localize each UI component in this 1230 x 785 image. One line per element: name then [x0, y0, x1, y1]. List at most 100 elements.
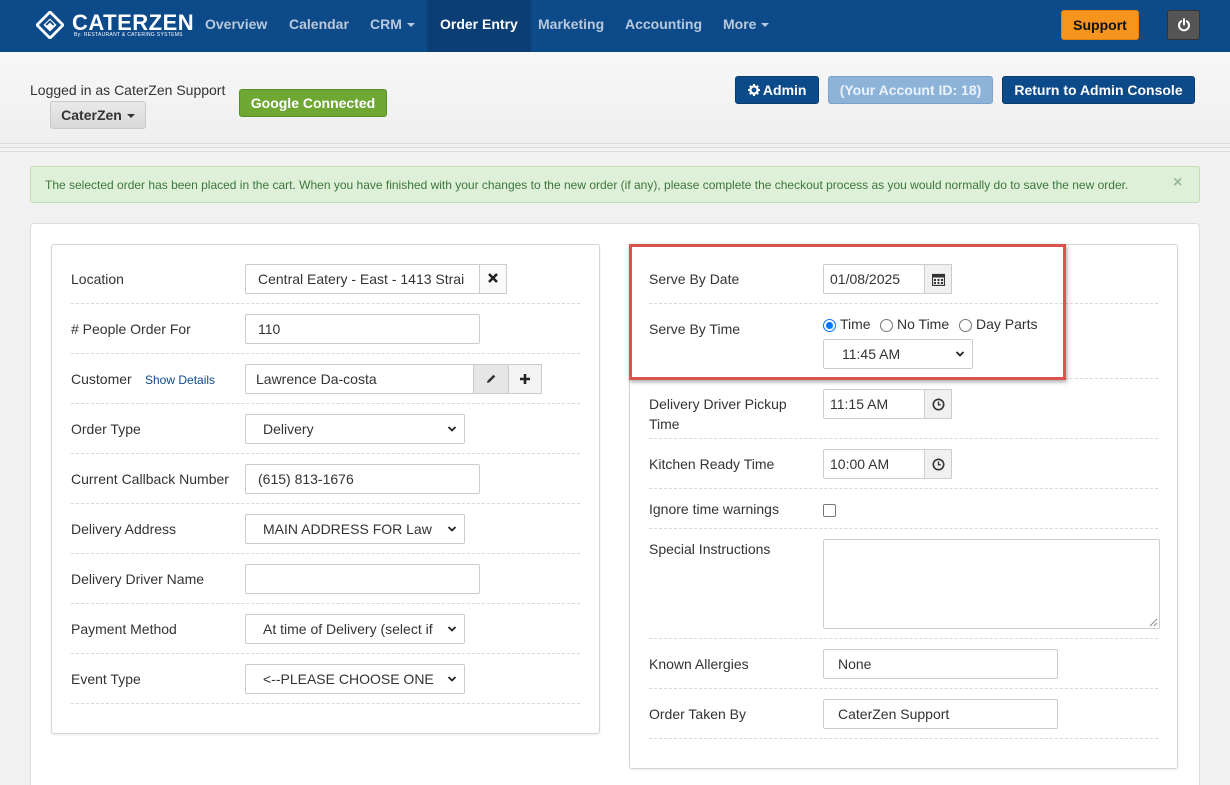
special-instructions-textarea[interactable]	[823, 539, 1160, 629]
callback-number-input[interactable]: (615) 813-1676	[245, 464, 480, 494]
nav-more[interactable]: More	[723, 0, 770, 52]
row-divider	[649, 638, 1158, 639]
ignore-warnings-checkbox[interactable]	[823, 504, 836, 517]
row-divider	[71, 453, 580, 454]
row-divider	[71, 403, 580, 404]
known-allergies-input[interactable]: None	[823, 649, 1058, 679]
clock-icon	[932, 458, 944, 471]
callback-number-label: Current Callback Number	[71, 471, 229, 487]
add-customer-button[interactable]	[508, 364, 542, 394]
chevron-down-icon	[447, 426, 457, 432]
row-divider	[71, 653, 580, 654]
people-count-label: # People Order For	[71, 321, 191, 337]
serve-time-value: 11:45 AM	[842, 346, 901, 362]
google-connected-button[interactable]: Google Connected	[239, 89, 387, 117]
row-divider	[71, 353, 580, 354]
serve-date-label: Serve By Date	[649, 271, 740, 287]
chevron-down-icon	[447, 626, 457, 632]
success-alert: The selected order has been placed in th…	[30, 166, 1200, 203]
close-icon[interactable]: ×	[1173, 174, 1182, 192]
location-input[interactable]: Central Eatery - East - 1413 Strai	[245, 264, 480, 294]
row-divider	[649, 738, 1158, 739]
nav-overview[interactable]: Overview	[205, 0, 267, 52]
clock-icon	[932, 398, 944, 411]
day-parts-radio[interactable]	[959, 319, 972, 332]
payment-method-select[interactable]: At time of Delivery (select if	[245, 614, 465, 644]
return-admin-console-button[interactable]: Return to Admin Console	[1002, 76, 1195, 104]
event-type-select[interactable]: <--PLEASE CHOOSE ONE	[245, 664, 465, 694]
chevron-down-icon	[447, 676, 457, 682]
pickup-time-input[interactable]: 11:15 AM	[823, 389, 925, 419]
serve-time-label: Serve By Time	[649, 321, 741, 337]
caterzen-logo[interactable]: CATERZEN By: RESTAURANT & CATERING SYSTE…	[34, 10, 194, 42]
payment-method-label: Payment Method	[71, 621, 177, 637]
nav-more-label: More	[723, 16, 757, 32]
row-divider	[649, 528, 1158, 529]
time-radio[interactable]	[823, 319, 836, 332]
header-divider	[0, 147, 1230, 152]
account-menu-label: CaterZen	[61, 107, 122, 123]
calendar-icon	[931, 273, 945, 287]
order-type-value: Delivery	[263, 421, 314, 437]
nav-calendar[interactable]: Calendar	[289, 0, 349, 52]
nav-marketing[interactable]: Marketing	[538, 0, 604, 52]
plus-icon	[520, 374, 530, 384]
power-icon	[1177, 18, 1190, 32]
day-parts-option-label: Day Parts	[976, 316, 1038, 332]
chevron-down-icon	[447, 526, 457, 532]
order-type-label: Order Type	[71, 421, 141, 437]
row-divider	[71, 603, 580, 604]
clear-location-button[interactable]	[479, 264, 507, 294]
delivery-address-select[interactable]: MAIN ADDRESS FOR Law	[245, 514, 465, 544]
row-divider	[649, 688, 1158, 689]
row-divider	[71, 703, 580, 704]
support-button[interactable]: Support	[1061, 10, 1139, 40]
row-divider	[649, 303, 1158, 304]
nav-accounting[interactable]: Accounting	[625, 0, 702, 52]
time-option-label: Time	[840, 316, 871, 332]
logout-button[interactable]	[1167, 10, 1200, 40]
chevron-down-icon	[955, 351, 965, 357]
row-divider	[649, 488, 1158, 489]
pickup-clock-button[interactable]	[924, 389, 952, 419]
delivery-address-label: Delivery Address	[71, 521, 177, 537]
gear-icon	[747, 84, 760, 96]
nav-crm[interactable]: CRM	[370, 0, 415, 52]
location-label: Location	[71, 271, 124, 287]
admin-label: Admin	[762, 82, 807, 98]
customer-input[interactable]: Lawrence Da-costa	[245, 364, 474, 394]
ignore-warnings-label: Ignore time warnings	[649, 501, 779, 517]
kitchen-ready-label: Kitchen Ready Time	[649, 456, 775, 472]
chevron-down-icon	[126, 114, 135, 119]
logo-diamond-icon	[36, 11, 64, 39]
row-divider	[649, 378, 1158, 379]
special-instructions-label: Special Instructions	[649, 541, 771, 557]
event-type-label: Event Type	[71, 671, 141, 687]
driver-name-input[interactable]	[245, 564, 480, 594]
pickup-time-label: Delivery Driver Pickup	[649, 396, 787, 412]
edit-customer-button[interactable]	[473, 364, 509, 394]
serve-time-select[interactable]: 11:45 AM	[823, 339, 973, 369]
order-taken-by-label: Order Taken By	[649, 706, 747, 722]
account-id-badge: (Your Account ID: 18)	[828, 76, 993, 104]
admin-button[interactable]: Admin	[735, 76, 819, 104]
account-menu-button[interactable]: CaterZen	[50, 101, 146, 129]
no-time-option-label: No Time	[897, 316, 950, 332]
resize-grip-icon[interactable]	[1149, 618, 1158, 627]
serve-date-input[interactable]: 01/08/2025	[823, 264, 925, 294]
nav-order-entry[interactable]: Order Entry	[427, 0, 531, 52]
customer-label: Customer	[71, 371, 132, 387]
no-time-radio[interactable]	[880, 319, 893, 332]
kitchen-clock-button[interactable]	[924, 449, 952, 479]
show-details-link[interactable]: Show Details	[145, 373, 215, 387]
delivery-address-value: MAIN ADDRESS FOR Law	[263, 521, 432, 537]
calendar-button[interactable]	[924, 264, 952, 294]
people-count-input[interactable]: 110	[245, 314, 480, 344]
chevron-down-icon	[406, 23, 415, 28]
row-divider	[71, 553, 580, 554]
event-type-value: <--PLEASE CHOOSE ONE	[263, 671, 434, 687]
order-type-select[interactable]: Delivery	[245, 414, 465, 444]
order-taken-by-input[interactable]: CaterZen Support	[823, 699, 1058, 729]
kitchen-ready-input[interactable]: 10:00 AM	[823, 449, 925, 479]
payment-method-value: At time of Delivery (select if	[263, 621, 433, 637]
